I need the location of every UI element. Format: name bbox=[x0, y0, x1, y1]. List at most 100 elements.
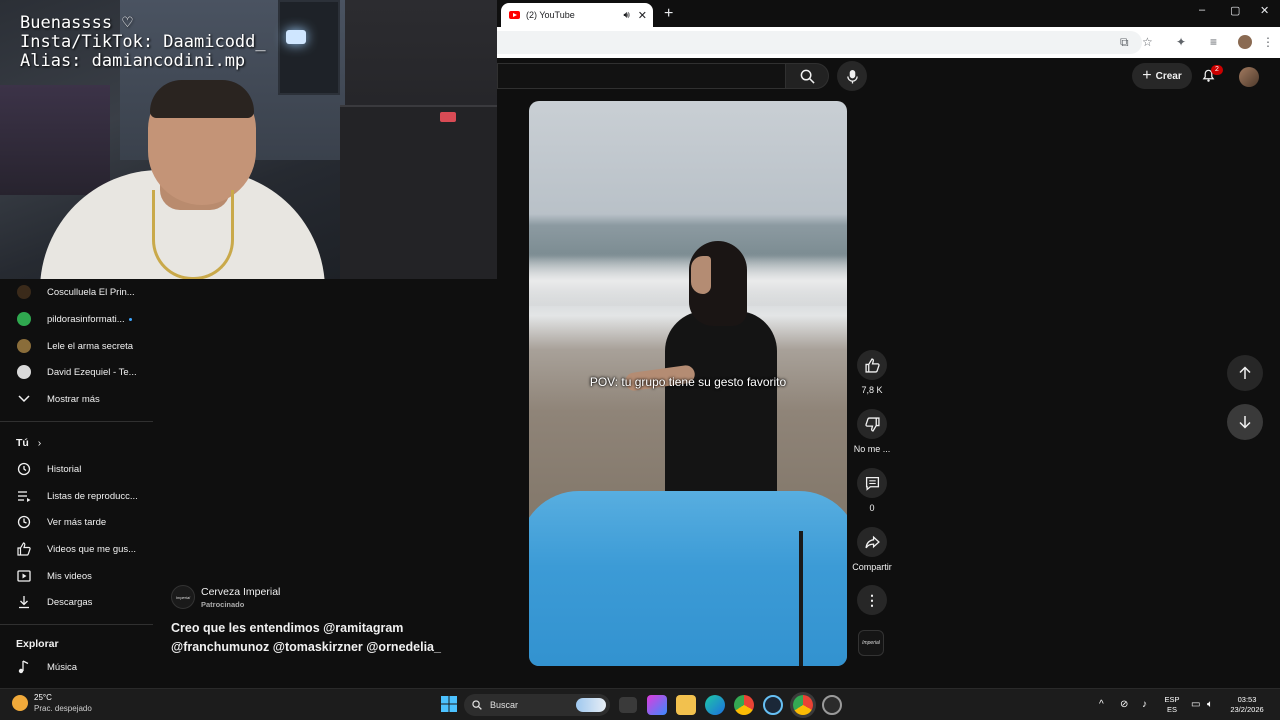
video-caption: POV: tu grupo tiene su gesto favorito bbox=[589, 375, 787, 389]
chrome-icon[interactable] bbox=[734, 695, 754, 715]
tab-audio-icon[interactable]: 🔊︎ bbox=[623, 10, 629, 21]
sidebar-show-more[interactable]: Mostrar más bbox=[0, 386, 153, 412]
sidebar-item-label: pildorasinformati... bbox=[47, 313, 125, 325]
tray-microphone-icon[interactable]: ♪ bbox=[1142, 699, 1147, 710]
like-button[interactable] bbox=[857, 350, 887, 380]
sidebar-item-label: Lele el arma secreta bbox=[47, 340, 134, 352]
sidebar-subscription-cosculluela[interactable]: Cosculluela El Prin... bbox=[0, 279, 153, 305]
sidebar-item-liked-videos[interactable]: Videos que me gus... bbox=[0, 536, 153, 562]
sidebar-item-label: Historial bbox=[47, 463, 82, 475]
previous-short-button[interactable] bbox=[1227, 355, 1263, 391]
sponsor-avatar[interactable]: Imperial bbox=[171, 585, 195, 609]
short-video-player[interactable]: POV: tu grupo tiene su gesto favorito bbox=[529, 101, 847, 666]
chrome-active-icon[interactable] bbox=[793, 695, 813, 715]
video-leash bbox=[799, 531, 803, 666]
extensions-icon[interactable]: ✦ bbox=[1176, 35, 1186, 49]
bookmark-star-icon[interactable]: ☆ bbox=[1142, 35, 1153, 49]
browser-menu-icon[interactable]: ⋮ bbox=[1262, 35, 1274, 49]
streamer-hair bbox=[150, 80, 254, 118]
video-description[interactable]: Creo que les entendimos @ramitagram @fra… bbox=[171, 619, 471, 657]
copilot-icon[interactable] bbox=[647, 695, 667, 715]
downloads-icon bbox=[17, 595, 31, 609]
like-count: 7,8 K bbox=[861, 385, 883, 395]
webcam-cabinet bbox=[340, 105, 497, 279]
new-content-dot bbox=[128, 317, 132, 321]
create-button[interactable]: + Crear bbox=[1132, 63, 1192, 89]
weather-widget[interactable]: 25°C Prac. despejado bbox=[12, 693, 92, 713]
webcam-red-light bbox=[440, 112, 456, 122]
sidebar-item-my-videos[interactable]: Mis videos bbox=[0, 563, 153, 589]
file-explorer-icon[interactable] bbox=[676, 695, 696, 715]
share-button[interactable] bbox=[857, 527, 887, 557]
voice-search-button[interactable] bbox=[837, 61, 867, 91]
obs-icon[interactable] bbox=[822, 695, 842, 715]
sidebar-divider bbox=[0, 624, 153, 625]
tray-overflow-chevron-icon[interactable]: ^ bbox=[1099, 699, 1104, 710]
install-app-icon[interactable]: ⧉ bbox=[1120, 35, 1129, 50]
tray-volume-icon[interactable]: 🔈︎ bbox=[1207, 699, 1213, 710]
sidebar-item-music[interactable]: Música bbox=[0, 654, 153, 680]
tray-display-icon[interactable]: ▭ bbox=[1191, 699, 1200, 710]
channel-avatar bbox=[17, 339, 31, 353]
weather-temperature: 25°C bbox=[34, 693, 52, 702]
sponsor-channel[interactable]: Imperial Cerveza Imperial Patrocinado bbox=[171, 585, 280, 609]
browser-profile-avatar[interactable] bbox=[1238, 35, 1252, 49]
search-input[interactable] bbox=[497, 63, 785, 89]
streamer-chain bbox=[152, 190, 234, 279]
sidebar-item-history[interactable]: Historial bbox=[0, 456, 153, 482]
minimize-button[interactable]: – bbox=[1199, 4, 1205, 16]
video-waves bbox=[529, 256, 847, 306]
tray-network-off-icon[interactable]: ⊘ bbox=[1120, 699, 1128, 710]
language-indicator[interactable]: ESP ES bbox=[1161, 695, 1183, 715]
video-person-face bbox=[691, 256, 711, 294]
show-more-label: Mostrar más bbox=[47, 393, 100, 405]
channel-avatar bbox=[17, 285, 31, 299]
sidebar-item-downloads[interactable]: Descargas bbox=[0, 589, 153, 615]
maximize-button[interactable]: ▢ bbox=[1230, 4, 1240, 17]
close-window-button[interactable]: ✕ bbox=[1260, 4, 1269, 17]
sidebar-item-label: Videos que me gus... bbox=[47, 543, 137, 555]
next-short-button[interactable] bbox=[1227, 404, 1263, 440]
webcam-light bbox=[286, 30, 306, 44]
sidebar-item-label: Mis videos bbox=[47, 570, 92, 582]
sponsor-name[interactable]: Cerveza Imperial bbox=[201, 586, 280, 598]
windows-taskbar: 25°C Prac. despejado Buscar ^ ⊘ ♪ ESP ES… bbox=[0, 688, 1280, 720]
tab-close-icon[interactable]: ✕ bbox=[638, 9, 647, 22]
windows-start-icon[interactable] bbox=[440, 695, 460, 715]
sponsor-badge[interactable]: Imperial bbox=[858, 630, 884, 656]
account-avatar[interactable] bbox=[1239, 67, 1259, 87]
sidebar-subscription-pildorasinformaticas[interactable]: pildorasinformati... bbox=[0, 306, 153, 332]
search-button[interactable] bbox=[785, 63, 829, 89]
edge-icon[interactable] bbox=[705, 695, 725, 715]
more-options-button[interactable]: ⋮ bbox=[857, 585, 887, 615]
search-highlight-icon bbox=[576, 698, 606, 712]
comments-button[interactable] bbox=[857, 468, 887, 498]
you-heading-label: Tú bbox=[16, 437, 29, 449]
clock[interactable]: 03:53 23/2/2026 bbox=[1226, 695, 1268, 715]
sidebar-subscription-david-ezequiel[interactable]: David Ezequiel - Te... bbox=[0, 359, 153, 385]
task-view-icon[interactable] bbox=[619, 697, 637, 713]
address-bar[interactable] bbox=[497, 31, 1142, 54]
share-label: Compartir bbox=[852, 562, 892, 572]
arrow-down-icon bbox=[1239, 416, 1251, 429]
steam-icon[interactable] bbox=[763, 695, 783, 715]
video-person-wetsuit bbox=[665, 311, 777, 511]
sidebar-item-watch-later[interactable]: Ver más tarde bbox=[0, 509, 153, 535]
like-action: 7,8 K bbox=[852, 350, 892, 395]
sidebar-you-heading[interactable]: Tú › bbox=[16, 437, 41, 449]
tab-youtube[interactable]: (2) YouTube 🔊︎ ✕ bbox=[501, 3, 653, 27]
webcam-monitor bbox=[278, 0, 340, 95]
dislike-button[interactable] bbox=[857, 409, 887, 439]
sidebar-item-playlists[interactable]: Listas de reproducc... bbox=[0, 483, 153, 509]
sidebar-subscription-lele[interactable]: Lele el arma secreta bbox=[0, 333, 153, 359]
chevron-right-icon: › bbox=[37, 437, 42, 449]
comments-action: 0 bbox=[852, 468, 892, 513]
taskbar-search[interactable]: Buscar bbox=[464, 694, 610, 716]
more-vertical-icon: ⋮ bbox=[865, 591, 879, 608]
webcam-overlay: Buenassss ♡ Insta/TikTok: Daamicodd_ Alias… bbox=[0, 0, 497, 279]
new-tab-button[interactable]: + bbox=[664, 5, 673, 23]
browser-tab-strip: (2) YouTube 🔊︎ ✕ + – ▢ ✕ bbox=[497, 0, 1280, 27]
reading-list-icon[interactable]: ≡ bbox=[1210, 35, 1217, 49]
overlay-line-2: Insta/TikTok: Daamicodd_ bbox=[20, 32, 266, 52]
my-videos-icon bbox=[17, 569, 31, 583]
